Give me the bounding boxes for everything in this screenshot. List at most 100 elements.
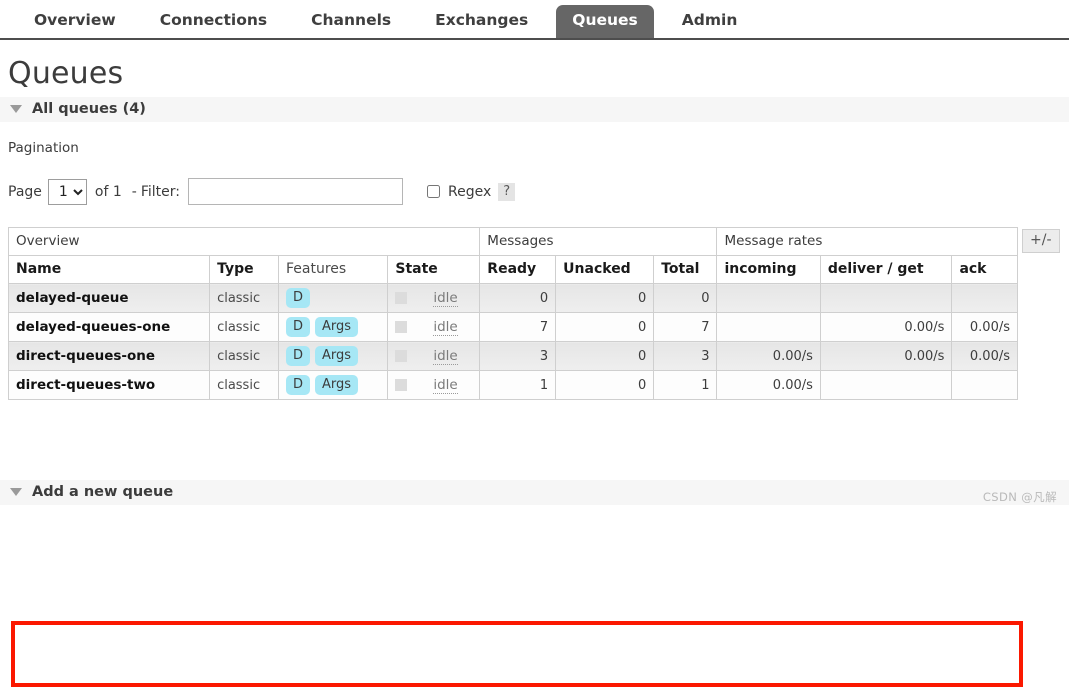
feature-badge-d[interactable]: D [286, 288, 311, 308]
column-header-unacked[interactable]: Unacked [555, 255, 655, 284]
state-wrapper: idle [395, 377, 472, 394]
rate-incoming [716, 312, 821, 342]
nav-tab-overview[interactable]: Overview [18, 5, 132, 38]
feature-badge-args[interactable]: Args [315, 375, 359, 395]
messages-total: 0 [653, 283, 718, 313]
filter-input[interactable] [187, 178, 403, 205]
messages-ready: 7 [479, 312, 557, 342]
page-label: Page [8, 183, 42, 200]
messages-total: 3 [653, 341, 718, 371]
queue-features: D [277, 283, 389, 313]
column-header-ready[interactable]: Ready [479, 255, 557, 284]
queue-name-link[interactable]: delayed-queues-one [7, 312, 211, 342]
messages-total: 7 [653, 312, 718, 342]
regex-label: Regex [447, 183, 492, 200]
rate-ack: 0.00/s [951, 341, 1018, 371]
watermark: CSDN @凡解 [982, 490, 1057, 504]
rate-deliver-get: 0.00/s [819, 341, 953, 371]
queue-name-link[interactable]: direct-queues-one [7, 341, 211, 371]
state-label: idle [433, 289, 458, 307]
column-group-row: Overview Messages Message rates [7, 227, 1018, 256]
column-header-row: Name Type Features State Ready Unacked Total in… [7, 255, 1018, 284]
nav-tab-queues[interactable]: Queues [556, 5, 654, 38]
messages-unacked: 0 [555, 370, 655, 400]
collapse-triangle-icon [10, 105, 22, 113]
rate-ack [951, 370, 1018, 400]
rate-incoming: 0.00/s [716, 370, 821, 400]
column-group-message-rates: Message rates [716, 227, 1018, 256]
state-label: idle [433, 318, 458, 336]
page-content: Queues All queues (4) Pagination Page 1 … [0, 56, 1069, 687]
feature-badge-d[interactable]: D [286, 346, 311, 366]
nav-tab-exchanges[interactable]: Exchanges [419, 5, 544, 38]
pagination-label: Pagination [8, 140, 79, 156]
rate-incoming [716, 283, 821, 313]
feature-badge-args[interactable]: Args [315, 317, 359, 337]
queue-features: D Args [277, 341, 389, 371]
rate-ack [951, 283, 1018, 313]
table-row: delayed-queue classic Didle 0 0 0 [7, 283, 1018, 313]
regex-help-button[interactable]: ? [498, 182, 516, 201]
column-group-messages: Messages [479, 227, 718, 256]
state-wrapper: idle [395, 348, 472, 365]
messages-ready: 1 [479, 370, 557, 400]
all-queues-label: All queues (4) [32, 101, 146, 117]
queue-name-link[interactable]: delayed-queue [7, 283, 211, 313]
queue-features: D Args [277, 312, 389, 342]
feature-badge-d[interactable]: D [286, 375, 311, 395]
page-select[interactable]: 1 [47, 178, 87, 205]
table-row: direct-queues-one classic D Args idle 3 0 3 0.00… [7, 341, 1018, 371]
column-header-features[interactable]: Features [277, 255, 389, 284]
queue-state: idle [387, 341, 481, 371]
column-header-type[interactable]: Type [209, 255, 279, 284]
column-header-deliver-get[interactable]: deliver / get [819, 255, 953, 284]
column-header-state[interactable]: State [387, 255, 481, 284]
state-indicator-icon [395, 350, 408, 362]
column-header-ack[interactable]: ack [951, 255, 1018, 284]
state-wrapper: idle [395, 290, 472, 307]
collapse-triangle-icon [10, 488, 22, 496]
queue-state: idle [387, 312, 481, 342]
filter-label: Filter: [140, 183, 180, 200]
all-queues-section-header[interactable]: All queues (4) [0, 97, 1069, 122]
column-header-incoming[interactable]: incoming [716, 255, 821, 284]
regex-checkbox[interactable] [426, 185, 440, 198]
queues-table-container: Overview Messages Message rates Name Type Fe… [7, 227, 1061, 687]
nav-tab-list: Overview Connections Channels Exchanges Queu… [0, 0, 1069, 38]
feature-badge-args[interactable]: Args [315, 346, 359, 366]
state-indicator-icon [395, 292, 408, 304]
messages-ready: 3 [479, 341, 557, 371]
queue-type: classic [209, 370, 279, 400]
page-title: Queues [8, 56, 124, 91]
add-queue-section-header[interactable]: Add a new queue [0, 480, 1069, 505]
queue-name-link[interactable]: direct-queues-two [7, 370, 211, 400]
nav-tab-admin[interactable]: Admin [666, 5, 754, 38]
queues-table-head: Overview Messages Message rates Name Type Fe… [7, 227, 1018, 284]
annotation-highlight-box [11, 621, 1023, 687]
column-header-name[interactable]: Name [7, 255, 211, 284]
nav-tab-connections[interactable]: Connections [144, 5, 283, 38]
state-indicator-icon [395, 321, 408, 333]
messages-unacked: 0 [555, 312, 655, 342]
column-group-overview: Overview [7, 227, 481, 256]
add-queue-label: Add a new queue [32, 484, 174, 500]
feature-badge-d[interactable]: D [286, 317, 311, 337]
toggle-columns-button[interactable]: +/- [1022, 229, 1060, 254]
rate-deliver-get: 0.00/s [819, 312, 953, 342]
state-label: idle [433, 347, 458, 365]
main-navigation: Overview Connections Channels Exchanges Queu… [0, 0, 1069, 40]
queue-type: classic [209, 283, 279, 313]
rate-incoming: 0.00/s [716, 341, 821, 371]
queue-type: classic [209, 341, 279, 371]
queues-table: Overview Messages Message rates Name Type Fe… [7, 227, 1018, 400]
queue-state: idle [387, 283, 481, 313]
messages-ready: 0 [479, 283, 557, 313]
rate-ack: 0.00/s [951, 312, 1018, 342]
page-total-label: of 1 [94, 183, 122, 200]
queue-type: classic [209, 312, 279, 342]
state-wrapper: idle [395, 319, 472, 336]
messages-unacked: 0 [555, 341, 655, 371]
nav-tab-channels[interactable]: Channels [295, 5, 407, 38]
column-header-total[interactable]: Total [653, 255, 718, 284]
rate-deliver-get [819, 370, 953, 400]
